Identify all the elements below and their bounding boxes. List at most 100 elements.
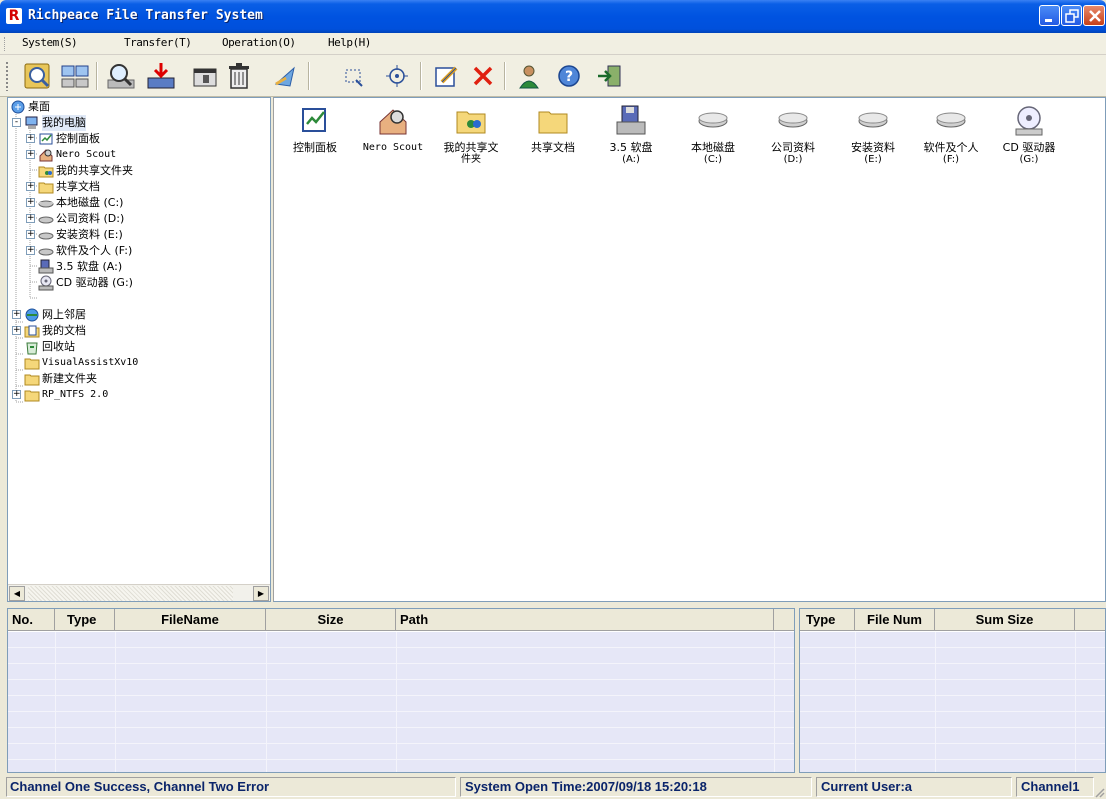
- folder-tree[interactable]: 桌面 - 我的电脑 + 控制面板 + Nero Scout 我的共享文件夹 + …: [7, 97, 271, 602]
- tree-label: 控制面板: [56, 132, 100, 145]
- expand-icon[interactable]: +: [26, 198, 35, 207]
- floppy-drive-icon: [38, 259, 54, 274]
- icon-item-drive-e[interactable]: 安装资料 (E:): [832, 104, 914, 166]
- column-size[interactable]: Size: [266, 609, 396, 631]
- folder-icon: [538, 111, 568, 134]
- summary-table-body[interactable]: [800, 632, 1105, 772]
- magnifier-disk-icon[interactable]: [20, 60, 54, 92]
- table-row: [800, 696, 1105, 712]
- toolbar-grip[interactable]: [5, 61, 9, 91]
- icon-sublabel: 件夹: [461, 154, 481, 165]
- expand-icon[interactable]: +: [12, 310, 21, 319]
- tree-label: 我的电脑: [42, 115, 86, 131]
- title-bar[interactable]: R Richpeace File Transfer System: [0, 0, 1106, 33]
- tree-label: 我的共享文件夹: [56, 164, 133, 177]
- file-icon-view[interactable]: 控制面板 Nero Scout 我的共享文 件夹 共享文档 3.5 软盘 (A:…: [273, 97, 1106, 602]
- tree-label: CD 驱动器 (G:): [56, 276, 133, 289]
- summary-table-header: Type File Num Sum Size: [800, 609, 1105, 631]
- expand-icon[interactable]: +: [26, 246, 35, 255]
- toolbar: ?: [0, 55, 1106, 97]
- close-button[interactable]: [1083, 5, 1105, 26]
- user-icon[interactable]: [512, 60, 546, 92]
- tree-label: VisualAssistXv10: [42, 357, 139, 368]
- folder-icon: [24, 390, 40, 402]
- expand-icon[interactable]: +: [12, 390, 21, 399]
- column-blank[interactable]: [774, 609, 794, 631]
- restore-button[interactable]: [1061, 5, 1082, 26]
- computers-network-icon[interactable]: [58, 60, 92, 92]
- icon-label: 共享文档: [531, 141, 575, 154]
- expand-icon[interactable]: +: [12, 326, 21, 335]
- download-icon[interactable]: [144, 60, 178, 92]
- icon-label: CD 驱动器: [1002, 141, 1056, 154]
- trash-icon[interactable]: [222, 60, 256, 92]
- hard-disk-icon: [858, 112, 888, 128]
- column-type[interactable]: Type: [800, 609, 855, 631]
- collapse-icon[interactable]: -: [12, 118, 21, 127]
- column-type[interactable]: Type: [55, 609, 115, 631]
- control-panel-icon: [39, 133, 53, 145]
- menu-grip[interactable]: [4, 37, 7, 51]
- network-places-icon: [25, 308, 39, 322]
- expand-icon[interactable]: +: [26, 182, 35, 191]
- menu-system[interactable]: System(S): [22, 36, 78, 49]
- tree-label: 网上邻居: [42, 308, 86, 321]
- scroll-thumb[interactable]: [28, 586, 233, 601]
- icon-item-drive-f[interactable]: 软件及个人 (F:): [910, 104, 992, 166]
- minimize-button[interactable]: [1039, 5, 1060, 26]
- shared-folder-icon: [38, 166, 54, 178]
- scroll-right-button[interactable]: ▶: [253, 586, 269, 601]
- summary-table[interactable]: Type File Num Sum Size: [799, 608, 1106, 773]
- resize-grip-icon[interactable]: [1093, 786, 1105, 798]
- expand-icon[interactable]: +: [26, 150, 35, 159]
- icon-item-drive-g[interactable]: CD 驱动器 (G:): [988, 104, 1070, 166]
- scroll-left-button[interactable]: ◀: [9, 586, 25, 601]
- icon-item-shared-folder[interactable]: 我的共享文 件夹: [430, 104, 512, 166]
- table-row: [800, 760, 1105, 772]
- icon-item-drive-a[interactable]: 3.5 软盘 (A:): [590, 104, 672, 166]
- app-logo-icon: R: [6, 8, 22, 24]
- column-sum-size[interactable]: Sum Size: [935, 609, 1075, 631]
- icon-item-drive-c[interactable]: 本地磁盘 (C:): [672, 104, 754, 166]
- tree-horizontal-scrollbar[interactable]: ◀ ▶: [8, 584, 270, 601]
- minimize-icon: [1045, 19, 1052, 22]
- column-path[interactable]: Path: [396, 609, 774, 631]
- icon-item-drive-d[interactable]: 公司资料 (D:): [752, 104, 834, 166]
- folder-view-icon[interactable]: [188, 60, 222, 92]
- column-filename[interactable]: FileName: [115, 609, 266, 631]
- expand-icon[interactable]: +: [26, 214, 35, 223]
- icon-item-control-panel[interactable]: 控制面板: [274, 104, 356, 154]
- select-rect-icon[interactable]: [340, 60, 366, 92]
- icon-label: 公司资料: [771, 141, 815, 154]
- status-bar: Channel One Success, Channel Two Error S…: [0, 775, 1106, 799]
- find-icon[interactable]: [104, 60, 138, 92]
- transfer-table-body[interactable]: [8, 632, 794, 772]
- exit-icon[interactable]: [592, 60, 626, 92]
- table-row: [800, 648, 1105, 664]
- icon-label: 本地磁盘: [691, 141, 735, 154]
- my-documents-icon: [24, 325, 40, 338]
- icon-sublabel: (C:): [703, 154, 723, 165]
- menu-operation[interactable]: Operation(O): [222, 36, 296, 49]
- shared-folder-icon: [456, 111, 486, 134]
- column-no[interactable]: No.: [8, 609, 55, 631]
- column-blank[interactable]: [1075, 609, 1105, 631]
- delete-icon[interactable]: [466, 60, 500, 92]
- icon-label: 软件及个人: [923, 141, 979, 154]
- table-row: [8, 744, 794, 760]
- transfer-table[interactable]: No. Type FileName Size Path: [7, 608, 795, 773]
- column-file-num[interactable]: File Num: [855, 609, 935, 631]
- table-row: [800, 728, 1105, 744]
- icon-item-shared-docs[interactable]: 共享文档: [512, 104, 594, 154]
- menu-help[interactable]: Help(H): [328, 36, 371, 49]
- expand-icon[interactable]: +: [26, 134, 35, 143]
- icon-item-nero-scout[interactable]: Nero Scout: [352, 104, 434, 154]
- send-icon[interactable]: [268, 60, 302, 92]
- expand-icon[interactable]: +: [26, 230, 35, 239]
- edit-icon[interactable]: [430, 60, 464, 92]
- help-icon[interactable]: ?: [552, 60, 586, 92]
- menu-transfer[interactable]: Transfer(T): [124, 36, 192, 49]
- table-row: [8, 760, 794, 772]
- target-icon[interactable]: [384, 60, 410, 92]
- hard-disk-icon: [38, 248, 54, 256]
